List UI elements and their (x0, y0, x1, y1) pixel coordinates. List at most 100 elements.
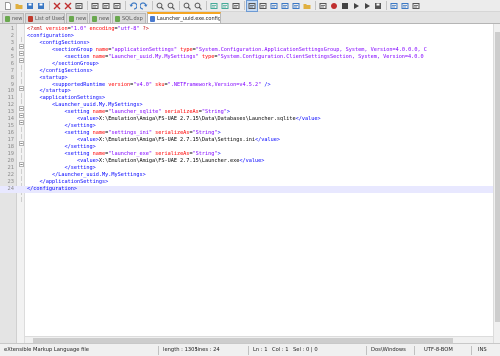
code-line[interactable]: 14 <value>X:\Emulation\Amiga\FS-UAE 2.7.… (0, 116, 500, 133)
code-text: <?xml version="1.0" encoding="utf-8" ?> (27, 26, 149, 33)
replace-icon[interactable] (166, 1, 176, 11)
folder-workspace-icon[interactable] (302, 1, 312, 11)
line-number: 15 (7, 123, 15, 130)
zoom-in-icon[interactable] (182, 1, 192, 11)
close-all-icon[interactable] (63, 1, 73, 11)
cut-icon[interactable] (90, 1, 100, 11)
tab-label: List of Used dir... (35, 15, 65, 22)
tab-1[interactable]: new 2 (2, 13, 24, 23)
save-macro-icon[interactable] (373, 1, 383, 11)
spell-check-icon[interactable] (389, 1, 399, 11)
paste-icon[interactable] (112, 1, 122, 11)
save-all-icon[interactable] (36, 1, 46, 11)
play-macro-icon[interactable] (351, 1, 361, 11)
fold-toggle-icon[interactable] (19, 103, 24, 119)
code-line[interactable]: 9 <supportedRuntime version="v4.0" sku="… (0, 82, 500, 98)
code-line[interactable]: 1 <?xml version="1.0" encoding="utf-8" ?> (0, 26, 500, 42)
show-all-chars-icon[interactable] (246, 0, 258, 12)
code-token: </setting> (64, 143, 96, 150)
line-number: 12 (7, 102, 15, 109)
doc-map-icon[interactable] (280, 1, 290, 11)
copy-icon[interactable] (101, 1, 111, 11)
fold-toggle-icon[interactable] (19, 34, 24, 49)
code-line[interactable]: 12 <Launcher_uuid.My.MySettings> (0, 102, 500, 119)
code-token: > (226, 109, 231, 116)
open-icon[interactable] (14, 1, 24, 11)
editor[interactable]: 1 <?xml version="1.0" encoding="utf-8" ?>… (0, 24, 500, 343)
new-file-icon[interactable] (3, 1, 13, 11)
fold-toggle-icon[interactable] (19, 131, 24, 146)
line-number: 10 (7, 88, 15, 95)
monitoring-icon[interactable] (318, 1, 328, 11)
code-line[interactable]: 6 </sectionGroup> (0, 61, 500, 77)
tab-5[interactable]: SQL.dxp (112, 13, 146, 23)
code-line[interactable]: 11 <applicationSettings> (0, 95, 500, 112)
horizontal-scrollbar[interactable] (25, 336, 493, 343)
indent-guide-icon[interactable] (258, 1, 268, 11)
fold-toggle-icon[interactable] (19, 110, 24, 126)
code-line[interactable]: 21 </setting> (0, 165, 500, 181)
fold-toggle-icon[interactable] (19, 76, 24, 91)
spell-next-icon[interactable] (400, 1, 410, 11)
code-line[interactable]: 3 <configSections> (0, 40, 500, 56)
user-lang-icon[interactable] (269, 1, 279, 11)
code-line[interactable]: 4 <sectionGroup name="applicationSetting… (0, 47, 500, 63)
sync-v-icon[interactable] (209, 1, 219, 11)
status-insert-mode[interactable]: INS (478, 347, 487, 353)
find-icon[interactable] (155, 1, 165, 11)
word-wrap-icon[interactable] (231, 1, 241, 11)
tab-label: new 5 (99, 15, 110, 22)
status-eol[interactable]: Dos\Windows (371, 347, 406, 353)
status-encoding[interactable]: UTF-8-BOM (424, 347, 453, 353)
hex-editor-icon[interactable] (411, 1, 421, 11)
code-line[interactable]: 17 <value>X:\Emulation\Amiga\FS-UAE 2.7.… (0, 137, 500, 153)
code-line[interactable]: 16 <setting name="settings_ini" serializ… (0, 130, 500, 146)
code-line[interactable]: 15 </setting> (0, 123, 500, 140)
function-list-icon[interactable] (291, 1, 301, 11)
print-icon[interactable] (74, 1, 84, 11)
fold-toggle-icon[interactable] (19, 48, 24, 63)
code-line[interactable]: 24 </configuration> (0, 185, 500, 202)
code-token: <?xml (27, 26, 46, 32)
code-line[interactable]: 19 <setting name="launcher_exe" serializ… (0, 151, 500, 167)
code-line[interactable]: 7 </configSections> (0, 68, 500, 84)
sync-h-icon[interactable] (220, 1, 230, 11)
code-line[interactable]: 13 <setting name="launcher_sqlite" seria… (0, 109, 500, 126)
line-number: 5 (10, 53, 14, 60)
save-icon[interactable] (25, 1, 35, 11)
tab-6[interactable]: Launcher_uuid.exe.config✕ (147, 12, 221, 23)
vertical-scroll-thumb[interactable] (495, 32, 500, 322)
tab-4[interactable]: new 5 (89, 13, 111, 23)
record-macro-icon[interactable] (329, 1, 339, 11)
fold-toggle-icon[interactable] (19, 152, 24, 167)
undo-icon[interactable] (128, 1, 138, 11)
code-token: </value> (239, 157, 265, 164)
tab-2[interactable]: List of Used dir... (25, 13, 65, 23)
code-line[interactable]: 8 <startup> (0, 75, 500, 91)
fold-toggle-icon[interactable] (19, 41, 24, 56)
code-line[interactable]: 10 </startup> (0, 88, 500, 105)
code-line[interactable]: 2 <configuration> (0, 33, 500, 49)
code-line[interactable]: 22 </Launcher_uuid.My.MySettings> (0, 172, 500, 188)
file-saved-icon (115, 15, 120, 22)
close-icon[interactable] (52, 1, 62, 11)
code-token: <value> (76, 157, 99, 164)
code-token: <Launcher_uuid.My.MySettings> (52, 102, 143, 109)
code-token: "launcher_sqlite" (108, 109, 162, 116)
code-lines[interactable]: 1 <?xml version="1.0" encoding="utf-8" ?>… (0, 26, 500, 202)
vertical-scrollbar[interactable] (493, 24, 500, 343)
code-line[interactable]: 20 <value>X:\Emulation\Amiga\FS-UAE 2.7.… (0, 157, 500, 174)
code-line[interactable]: 5 <section name="Launcher_uuid.My.MySett… (0, 53, 500, 70)
tab-3[interactable]: new 3 (66, 13, 88, 23)
fold-toggle-icon[interactable] (19, 96, 24, 112)
run-macro-icon[interactable] (362, 1, 372, 11)
zoom-out-icon[interactable] (193, 1, 203, 11)
stop-macro-icon[interactable] (340, 1, 350, 11)
redo-icon[interactable] (139, 1, 149, 11)
code-line[interactable]: 23 </applicationSettings> (0, 179, 500, 195)
code-line[interactable]: 18 </setting> (0, 143, 500, 160)
